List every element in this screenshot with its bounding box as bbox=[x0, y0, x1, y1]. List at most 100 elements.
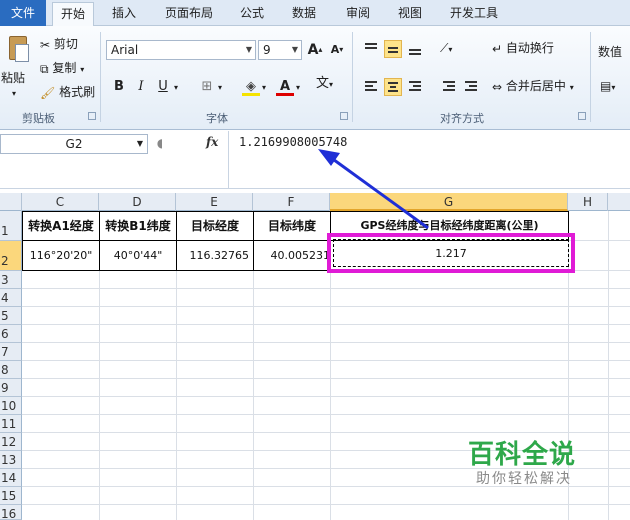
font-group-label: 字体 bbox=[206, 112, 228, 125]
column-header-c[interactable]: C bbox=[22, 193, 99, 211]
merge-center-label: 合并后居中 bbox=[505, 79, 566, 93]
chevron-down-icon: ▾ bbox=[80, 65, 85, 74]
column-header-f[interactable]: F bbox=[253, 193, 330, 211]
align-middle-icon[interactable] bbox=[384, 40, 402, 58]
column-header-h[interactable]: H bbox=[568, 193, 608, 211]
insert-function-button[interactable]: fx bbox=[206, 135, 218, 149]
formula-bar: G2 ▼ ◖ fx 1.2169908005748 bbox=[0, 131, 630, 189]
number-format-select[interactable]: 数值 bbox=[598, 44, 622, 60]
row-header-7[interactable]: 7 bbox=[0, 343, 22, 361]
chevron-down-icon[interactable]: ▾ bbox=[262, 80, 266, 96]
row-header-8[interactable]: 8 bbox=[0, 361, 22, 379]
caret-down-icon: ▾ bbox=[339, 45, 344, 54]
row-header-10[interactable]: 10 bbox=[0, 397, 22, 415]
shrink-font-button[interactable]: A▾ bbox=[328, 41, 346, 59]
italic-button[interactable]: I bbox=[132, 78, 150, 96]
cell-d2[interactable]: 40°0'44" bbox=[100, 242, 176, 270]
align-top-icon[interactable] bbox=[362, 40, 380, 58]
dialog-launcher-icon[interactable] bbox=[340, 112, 348, 120]
watermark-subtitle: 助你轻松解决 bbox=[476, 471, 572, 487]
grow-font-label: A bbox=[307, 42, 319, 58]
name-box[interactable]: G2 ▼ bbox=[0, 134, 148, 154]
tab-formulas[interactable]: 公式 bbox=[232, 0, 272, 26]
phonetic-guide-button[interactable]: 文▾ bbox=[316, 76, 333, 93]
font-size-select[interactable]: 9 ▼ bbox=[258, 40, 302, 60]
chevron-down-icon[interactable]: ▾ bbox=[296, 80, 300, 96]
chevron-down-icon[interactable]: ▾ bbox=[218, 80, 222, 96]
row-header-11[interactable]: 11 bbox=[0, 415, 22, 433]
wrap-text-icon: ↵ bbox=[492, 41, 503, 56]
gridline bbox=[22, 342, 630, 343]
row-header-3[interactable]: 3 bbox=[0, 271, 22, 289]
cell-c1[interactable]: 转换A1经度 bbox=[23, 212, 99, 240]
column-header-g[interactable]: G bbox=[330, 193, 568, 211]
cell-f2[interactable]: 40.005231 bbox=[254, 242, 331, 270]
format-painter-button[interactable]: 🖌 格式刷 bbox=[40, 84, 95, 101]
tab-home[interactable]: 开始 bbox=[52, 2, 94, 27]
increase-indent-icon[interactable] bbox=[462, 78, 480, 96]
wrap-text-button[interactable]: ↵ 自动换行 bbox=[492, 40, 554, 57]
scissors-icon: ✂ bbox=[40, 37, 51, 52]
border-icon[interactable]: ⊞ bbox=[198, 78, 216, 96]
tab-view[interactable]: 视图 bbox=[390, 0, 430, 26]
select-all-corner[interactable] bbox=[0, 193, 22, 211]
row-header-6[interactable]: 6 bbox=[0, 325, 22, 343]
paste-button[interactable]: 粘贴 ▾ bbox=[0, 26, 34, 106]
fill-color-icon[interactable]: ◈ bbox=[242, 78, 260, 96]
row-header-12[interactable]: 12 bbox=[0, 433, 22, 451]
copy-button[interactable]: ⧉ 复制 ▾ bbox=[40, 60, 84, 78]
bold-button[interactable]: B bbox=[110, 78, 128, 96]
orientation-button[interactable]: ⟋▾ bbox=[440, 40, 452, 58]
column-header-d[interactable]: D bbox=[99, 193, 176, 211]
currency-icon: ▤ bbox=[600, 79, 612, 93]
cut-button[interactable]: ✂ 剪切 bbox=[40, 36, 78, 53]
font-name-select[interactable]: Arial ▼ bbox=[106, 40, 256, 60]
align-center-icon[interactable] bbox=[384, 78, 402, 96]
merge-center-button[interactable]: ⇔ 合并后居中 ▾ bbox=[492, 78, 574, 96]
gridline bbox=[22, 414, 630, 415]
tab-data[interactable]: 数据 bbox=[284, 0, 324, 26]
tab-developer[interactable]: 开发工具 bbox=[442, 0, 506, 26]
row-header-14[interactable]: 14 bbox=[0, 469, 22, 487]
tab-review[interactable]: 审阅 bbox=[338, 0, 378, 26]
row-header-13[interactable]: 13 bbox=[0, 451, 22, 469]
gridline bbox=[22, 396, 630, 397]
row-header-15[interactable]: 15 bbox=[0, 487, 22, 505]
font-color-button[interactable]: A bbox=[276, 78, 294, 96]
grow-font-button[interactable]: A▴ bbox=[306, 41, 324, 59]
copy-icon: ⧉ bbox=[40, 61, 49, 76]
cell-c2[interactable]: 116°20'20" bbox=[23, 242, 99, 270]
shrink-font-label: A bbox=[330, 43, 340, 56]
row-header-4[interactable]: 4 bbox=[0, 289, 22, 307]
decrease-indent-icon[interactable] bbox=[440, 78, 458, 96]
gridline bbox=[22, 306, 630, 307]
formula-input[interactable]: 1.2169908005748 bbox=[228, 131, 630, 189]
row-header-16[interactable]: 16 bbox=[0, 505, 22, 520]
currency-format-icon[interactable]: ▤▾ bbox=[600, 78, 615, 96]
chevron-down-icon[interactable]: ▾ bbox=[174, 80, 178, 96]
group-separator bbox=[352, 32, 353, 122]
dialog-launcher-icon[interactable] bbox=[578, 112, 586, 120]
align-bottom-icon[interactable] bbox=[406, 40, 424, 58]
cell-e1[interactable]: 目标经度 bbox=[177, 212, 253, 240]
font-name-value: Arial bbox=[111, 43, 139, 57]
cell-e2[interactable]: 116.32765 bbox=[177, 242, 253, 270]
cell-f1[interactable]: 目标纬度 bbox=[254, 212, 330, 240]
tab-file[interactable]: 文件 bbox=[0, 0, 46, 26]
underline-button[interactable]: U bbox=[154, 78, 172, 96]
column-header-e[interactable]: E bbox=[176, 193, 253, 211]
formula-bar-splitter[interactable]: ◖ bbox=[152, 134, 168, 154]
tab-insert[interactable]: 插入 bbox=[104, 0, 144, 26]
tab-page-layout[interactable]: 页面布局 bbox=[158, 0, 220, 26]
wrap-text-label: 自动换行 bbox=[505, 41, 554, 55]
align-right-icon[interactable] bbox=[406, 78, 424, 96]
align-left-icon[interactable] bbox=[362, 78, 380, 96]
caret-up-icon: ▴ bbox=[318, 45, 323, 54]
formula-value: 1.2169908005748 bbox=[239, 135, 348, 149]
row-header-1[interactable]: 1 bbox=[0, 211, 22, 241]
row-header-5[interactable]: 5 bbox=[0, 307, 22, 325]
dialog-launcher-icon[interactable] bbox=[88, 112, 96, 120]
row-header-2[interactable]: 2 bbox=[0, 241, 22, 271]
row-header-9[interactable]: 9 bbox=[0, 379, 22, 397]
cell-d1[interactable]: 转换B1纬度 bbox=[100, 212, 176, 240]
